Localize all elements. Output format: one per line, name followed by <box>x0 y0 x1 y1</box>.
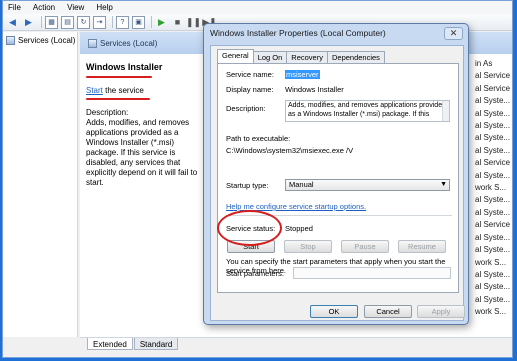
logon-as-cell: al Syste... <box>475 170 511 180</box>
pause-icon[interactable]: ❚❚ <box>186 16 201 29</box>
general-panel: Service name: msiserver Display name: Wi… <box>217 63 459 293</box>
service-status-value: Stopped <box>285 224 313 233</box>
start-service-line: Start the service <box>86 86 208 96</box>
export-icon[interactable]: ⇥ <box>93 15 106 29</box>
logon-as-cell: al Service <box>475 83 511 93</box>
stop-icon[interactable]: ■ <box>171 16 184 29</box>
show-icon[interactable]: ▣ <box>132 15 145 29</box>
logon-as-cell: al Syste... <box>475 145 511 155</box>
logon-as-cell: work S... <box>475 183 507 193</box>
properties-dialog: Windows Installer Properties (Local Comp… <box>203 23 469 325</box>
help-icon[interactable]: ? <box>116 15 129 29</box>
description-field[interactable]: Adds, modifies, and removes applications… <box>285 100 450 122</box>
description-field-text: Adds, modifies, and removes applications… <box>288 102 446 118</box>
display-name-label: Display name: <box>226 85 274 94</box>
toolbar-separator <box>41 16 42 28</box>
refresh-icon[interactable]: ↻ <box>77 15 90 29</box>
annotation-underline-start <box>86 98 150 100</box>
content-header-label: Services (Local) <box>100 38 158 48</box>
description-text: Adds, modifies, and removes applications… <box>86 118 198 187</box>
start-service-link[interactable]: Start <box>86 86 103 95</box>
tab-log-on[interactable]: Log On <box>252 51 288 63</box>
start-service-suffix: the service <box>102 86 144 95</box>
dialog-title: Windows Installer Properties (Local Comp… <box>210 28 386 38</box>
tab-dependencies[interactable]: Dependencies <box>326 51 385 63</box>
logon-as-cell: al Syste... <box>475 245 511 255</box>
tab-extended[interactable]: Extended <box>87 338 133 350</box>
service-name-label: Service name: <box>226 70 274 79</box>
tree-item-services-local[interactable]: Services (Local) <box>3 32 77 45</box>
logon-as-cell: al Syste... <box>475 195 511 205</box>
logon-as-cell: al Syste... <box>475 96 511 106</box>
logon-as-cell: al Syste... <box>475 269 511 279</box>
service-name-value: msiserver <box>285 70 320 79</box>
path-value: C:\Windows\system32\msiexec.exe /V <box>226 146 354 155</box>
menu-action[interactable]: Action <box>33 3 55 12</box>
menu-file[interactable]: File <box>8 3 21 12</box>
logon-as-cell: al Service <box>475 71 511 81</box>
view-tabs: Extended Standard <box>80 337 512 357</box>
logon-as-cell: al Service <box>475 158 511 168</box>
annotation-underline-title <box>86 76 152 78</box>
logon-as-cell: al Syste... <box>475 232 511 242</box>
logon-as-cell: in As <box>475 59 493 68</box>
tab-recovery[interactable]: Recovery <box>286 51 328 63</box>
dialog-tabs: General Log On Recovery Dependencies <box>217 49 385 63</box>
forward-icon[interactable]: ▶ <box>22 16 35 29</box>
logon-as-column: in As al Service al Service al Syste... al S… <box>475 58 512 319</box>
console-tree: Services (Local) <box>3 32 78 337</box>
ok-button[interactable]: OK <box>310 305 358 318</box>
menu-help[interactable]: Help <box>96 3 112 12</box>
logon-as-cell: work S... <box>475 307 507 317</box>
startup-type-label: Startup type: <box>226 181 269 190</box>
stop-button[interactable]: Stop <box>284 240 332 253</box>
annotation-circle <box>217 210 282 246</box>
description-label: Description: <box>226 104 266 113</box>
extended-description-pane: Windows Installer Start the service Desc… <box>86 62 208 188</box>
back-icon[interactable]: ◀ <box>6 16 19 29</box>
close-icon: ✕ <box>449 28 458 38</box>
description-label: Description: <box>86 108 129 117</box>
service-name-selected[interactable]: msiserver <box>285 70 320 79</box>
tree-item-label: Services (Local) <box>18 36 76 45</box>
menu-bar: File Action View Help <box>3 1 512 14</box>
start-params-input[interactable] <box>293 267 451 279</box>
start-params-label: Start parameters: <box>226 269 284 278</box>
console-tree-icon[interactable]: ▦ <box>45 15 58 29</box>
logon-as-cell: al Syste... <box>475 121 511 131</box>
service-title: Windows Installer <box>86 62 163 72</box>
logon-as-cell: al Service <box>475 220 511 230</box>
play-icon[interactable]: ▶ <box>155 16 168 29</box>
tab-standard[interactable]: Standard <box>133 338 179 350</box>
startup-type-select[interactable]: Manual ▼ <box>285 179 450 191</box>
path-label: Path to executable: <box>226 134 291 143</box>
cancel-button[interactable]: Cancel <box>364 305 412 318</box>
close-button[interactable]: ✕ <box>444 27 463 40</box>
chevron-down-icon: ▼ <box>440 181 447 188</box>
properties-icon[interactable]: ▤ <box>61 15 74 29</box>
toolbar-separator <box>151 16 152 28</box>
startup-type-value: Manual <box>289 180 314 189</box>
resume-button[interactable]: Resume <box>398 240 446 253</box>
logon-as-cell: work S... <box>475 257 507 267</box>
services-icon <box>6 36 15 45</box>
logon-as-cell: al Syste... <box>475 282 511 292</box>
display-name-value: Windows Installer <box>285 85 344 94</box>
logon-as-cell: al Syste... <box>475 294 511 304</box>
toolbar-separator <box>112 16 113 28</box>
menu-view[interactable]: View <box>67 3 84 12</box>
logon-as-cell: al Syste... <box>475 207 511 217</box>
apply-button[interactable]: Apply <box>417 305 465 318</box>
description-scrollbar[interactable] <box>442 101 449 121</box>
logon-as-cell: al Syste... <box>475 133 511 143</box>
logon-as-cell: al Syste... <box>475 108 511 118</box>
dialog-body: General Log On Recovery Dependencies Ser… <box>210 45 464 321</box>
tab-general[interactable]: General <box>217 49 254 63</box>
pause-button[interactable]: Pause <box>341 240 389 253</box>
services-icon <box>88 38 97 48</box>
